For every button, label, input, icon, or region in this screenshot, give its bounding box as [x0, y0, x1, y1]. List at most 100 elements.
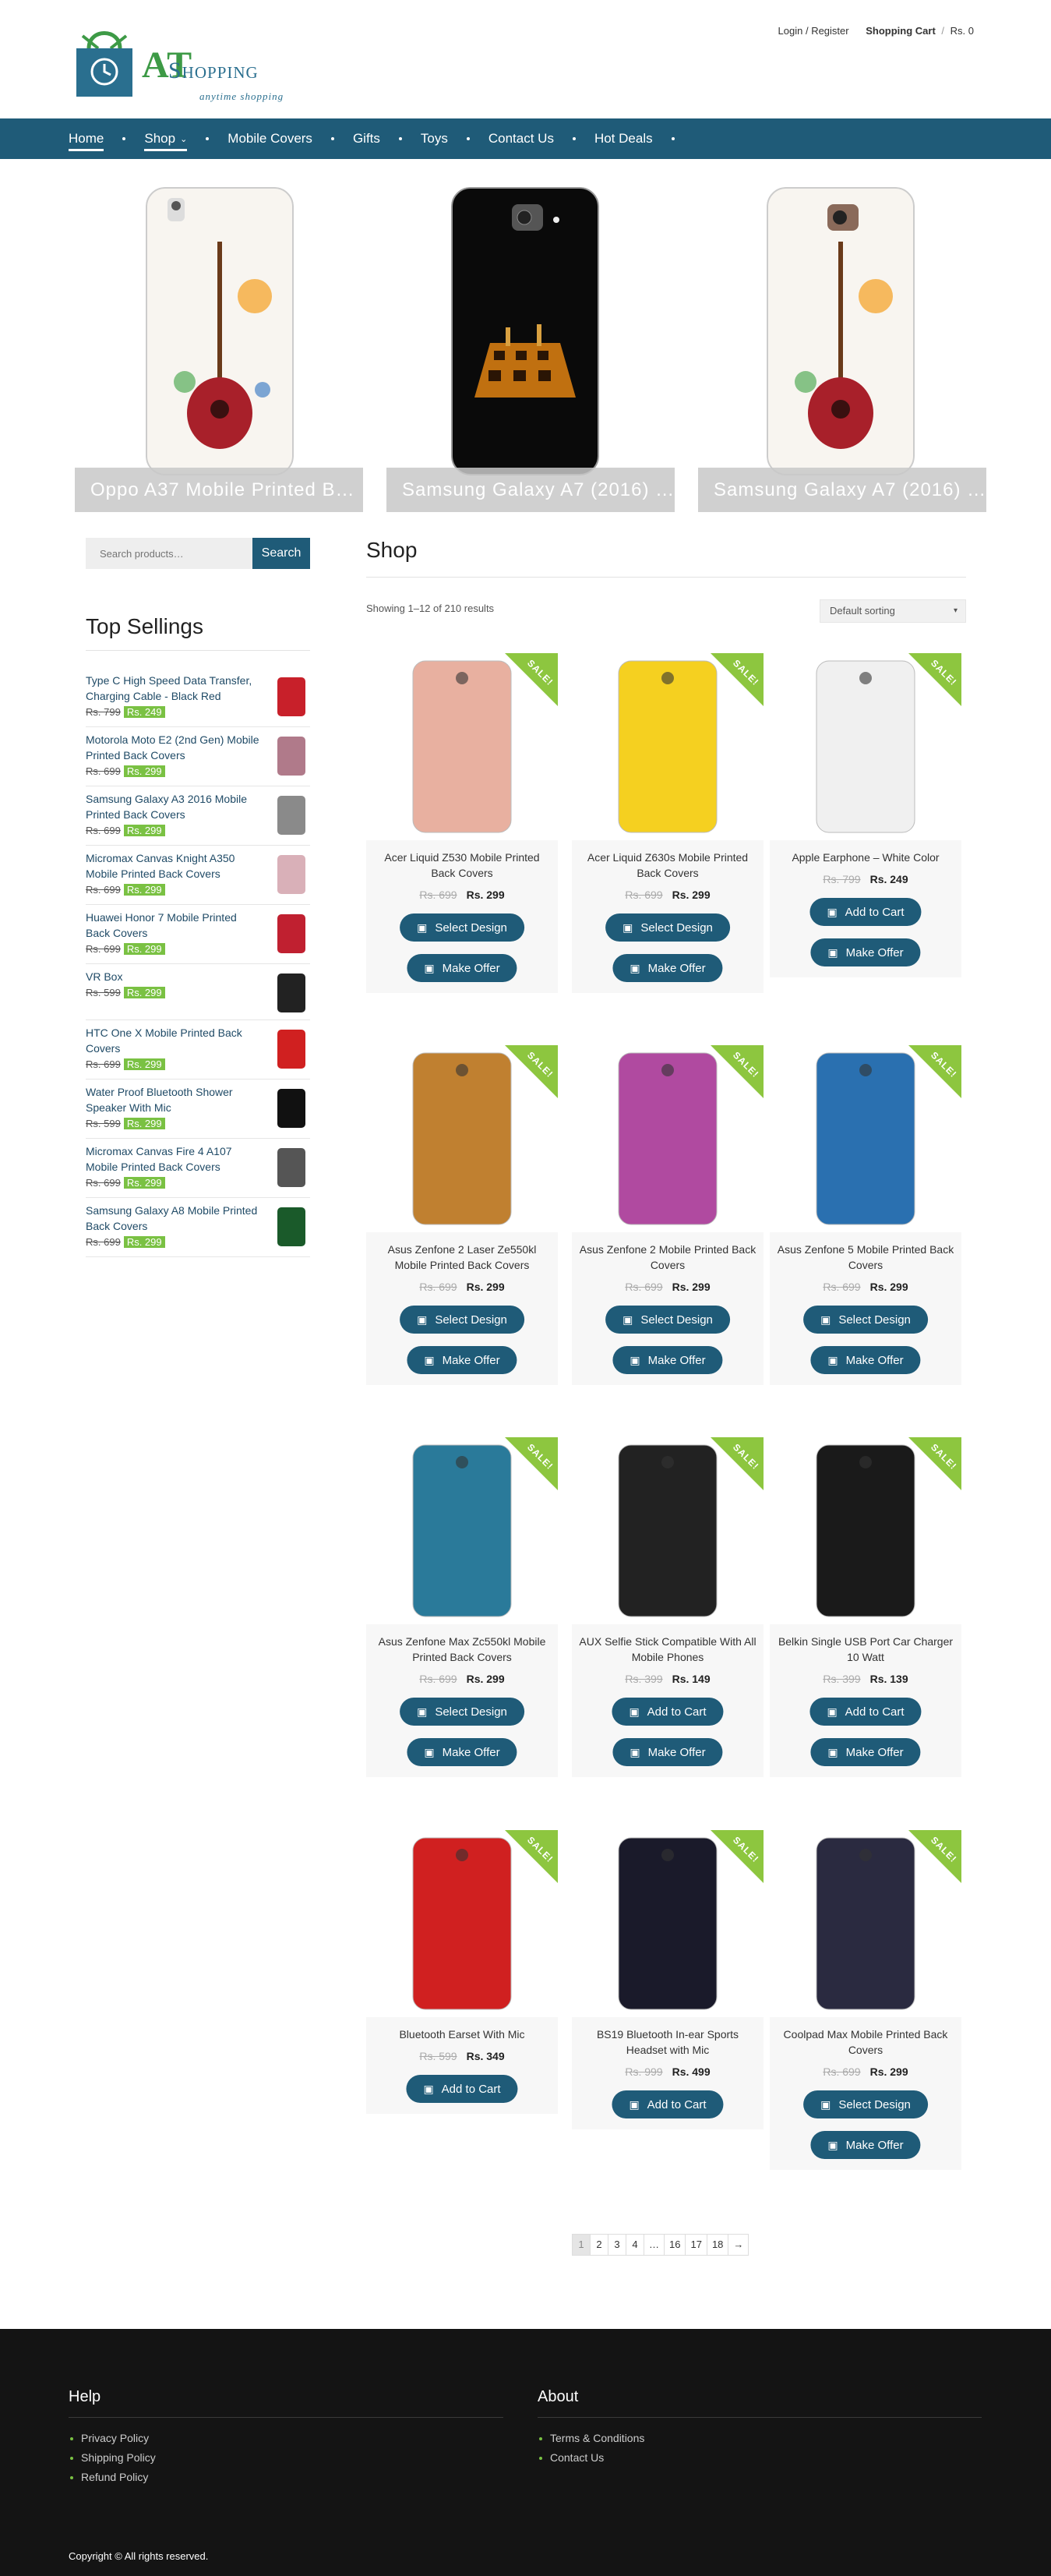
product-image[interactable]: SALE!: [770, 1437, 961, 1624]
page-link[interactable]: 17: [685, 2234, 707, 2256]
make-offer-button[interactable]: ▣ Make Offer: [407, 1738, 517, 1766]
login-register-link[interactable]: Login / Register: [778, 25, 849, 37]
product-image[interactable]: SALE!: [770, 653, 961, 840]
add-to-cart-button[interactable]: ▣ Add to Cart: [809, 1698, 922, 1726]
add-to-cart-button[interactable]: ▣ Add to Cart: [406, 2075, 518, 2103]
nav-contact-us[interactable]: Contact Us: [488, 118, 554, 159]
page-link[interactable]: 18: [706, 2234, 729, 2256]
product-name[interactable]: BS19 Bluetooth In-ear Sports Headset wit…: [578, 2027, 757, 2058]
nav-mobile-covers[interactable]: Mobile Covers: [227, 118, 312, 159]
add-to-cart-button[interactable]: ▣ Add to Cart: [612, 1698, 724, 1726]
search-button[interactable]: Search: [252, 538, 310, 569]
list-item[interactable]: VR Box Rs. 599 Rs. 299: [86, 964, 310, 1020]
select-design-button[interactable]: ▣ Select Design: [803, 2090, 928, 2118]
product-card[interactable]: SALE! Coolpad Max Mobile Printed Back Cov…: [770, 1830, 961, 2170]
product-thumbnail[interactable]: [277, 737, 305, 776]
page-link[interactable]: 3: [608, 2234, 626, 2256]
make-offer-button[interactable]: ▣ Make Offer: [612, 1738, 723, 1766]
list-item[interactable]: Samsung Galaxy A3 2016 Mobile Printed Ba…: [86, 786, 310, 846]
product-card[interactable]: SALE! AUX Selfie Stick Compatible With Al…: [572, 1437, 764, 1777]
nav-toys[interactable]: Toys: [421, 118, 448, 159]
product-link[interactable]: Motorola Moto E2 (2nd Gen) Mobile Printe…: [86, 732, 263, 763]
product-image[interactable]: SALE!: [770, 1830, 961, 2017]
footer-link[interactable]: Refund Policy: [69, 2468, 503, 2487]
add-to-cart-button[interactable]: ▣ Add to Cart: [809, 898, 922, 926]
product-image[interactable]: SALE!: [366, 1830, 558, 2017]
footer-link[interactable]: Terms & Conditions: [538, 2429, 982, 2448]
product-image[interactable]: SALE!: [572, 1437, 764, 1624]
product-name[interactable]: AUX Selfie Stick Compatible With All Mob…: [578, 1634, 757, 1665]
select-design-button[interactable]: ▣ Select Design: [400, 1698, 524, 1726]
footer-link[interactable]: Privacy Policy: [69, 2429, 503, 2448]
product-name[interactable]: Acer Liquid Z630s Mobile Printed Back Co…: [578, 850, 757, 881]
product-name[interactable]: Asus Zenfone 5 Mobile Printed Back Cover…: [776, 1242, 955, 1273]
slide-caption[interactable]: Samsung Galaxy A7 (2016) Mobile Printed …: [386, 468, 675, 512]
list-item[interactable]: Motorola Moto E2 (2nd Gen) Mobile Printe…: [86, 727, 310, 786]
page-link[interactable]: …: [644, 2234, 665, 2256]
product-card[interactable]: SALE! Asus Zenfone Max Zc550kl Mobile Pri…: [366, 1437, 558, 1777]
select-design-button[interactable]: ▣ Select Design: [400, 913, 524, 942]
product-name[interactable]: Acer Liquid Z530 Mobile Printed Back Cov…: [372, 850, 552, 881]
product-link[interactable]: VR Box: [86, 969, 263, 984]
product-link[interactable]: Micromax Canvas Fire 4 A107 Mobile Print…: [86, 1143, 263, 1175]
product-card[interactable]: SALE! BS19 Bluetooth In-ear Sports Headse…: [572, 1830, 764, 2129]
nav-hot-deals[interactable]: Hot Deals: [594, 118, 653, 159]
footer-link[interactable]: Shipping Policy: [69, 2448, 503, 2468]
page-link[interactable]: 4: [626, 2234, 644, 2256]
nav-home[interactable]: Home: [69, 118, 104, 159]
product-card[interactable]: SALE! Bluetooth Earset With Mic Rs. 599 Rs.…: [366, 1830, 558, 2114]
product-link[interactable]: HTC One X Mobile Printed Back Covers: [86, 1025, 263, 1056]
product-name[interactable]: Belkin Single USB Port Car Charger 10 Wa…: [776, 1634, 955, 1665]
product-thumbnail[interactable]: [277, 677, 305, 716]
page-link[interactable]: 16: [664, 2234, 686, 2256]
list-item[interactable]: Water Proof Bluetooth Shower Speaker Wit…: [86, 1080, 310, 1139]
add-to-cart-button[interactable]: ▣ Add to Cart: [612, 2090, 724, 2118]
make-offer-button[interactable]: ▣ Make Offer: [810, 2131, 921, 2159]
product-card[interactable]: SALE! Acer Liquid Z630s Mobile Printed Ba…: [572, 653, 764, 993]
shopping-cart-link[interactable]: Shopping Cart: [866, 25, 936, 37]
product-card[interactable]: SALE! Asus Zenfone 2 Mobile Printed Back …: [572, 1045, 764, 1385]
make-offer-button[interactable]: ▣ Make Offer: [407, 1346, 517, 1374]
select-design-button[interactable]: ▣ Select Design: [605, 1306, 730, 1334]
search-input[interactable]: [86, 538, 252, 569]
make-offer-button[interactable]: ▣ Make Offer: [612, 1346, 723, 1374]
product-link[interactable]: Type C High Speed Data Transfer, Chargin…: [86, 673, 263, 704]
list-item[interactable]: Huawei Honor 7 Mobile Printed Back Cover…: [86, 905, 310, 964]
product-name[interactable]: Coolpad Max Mobile Printed Back Covers: [776, 2027, 955, 2058]
list-item[interactable]: Micromax Canvas Knight A350 Mobile Print…: [86, 846, 310, 905]
make-offer-button[interactable]: ▣ Make Offer: [612, 954, 723, 982]
list-item[interactable]: HTC One X Mobile Printed Back Covers Rs. …: [86, 1020, 310, 1080]
page-link[interactable]: →: [728, 2234, 749, 2256]
product-name[interactable]: Asus Zenfone Max Zc550kl Mobile Printed …: [372, 1634, 552, 1665]
page-link[interactable]: 2: [590, 2234, 608, 2256]
product-image[interactable]: SALE!: [770, 1045, 961, 1232]
product-thumbnail[interactable]: [277, 1148, 305, 1187]
product-image[interactable]: SALE!: [366, 1437, 558, 1624]
footer-link[interactable]: Contact Us: [538, 2448, 982, 2468]
list-item[interactable]: Samsung Galaxy A8 Mobile Printed Back Co…: [86, 1198, 310, 1257]
slide-caption[interactable]: Oppo A37 Mobile Printed Back Covers: [75, 468, 363, 512]
product-image[interactable]: SALE!: [572, 1830, 764, 2017]
product-link[interactable]: Samsung Galaxy A8 Mobile Printed Back Co…: [86, 1203, 263, 1234]
product-link[interactable]: Samsung Galaxy A3 2016 Mobile Printed Ba…: [86, 791, 263, 822]
select-design-button[interactable]: ▣ Select Design: [803, 1306, 928, 1334]
product-card[interactable]: SALE! Belkin Single USB Port Car Charger …: [770, 1437, 961, 1777]
product-image[interactable]: SALE!: [366, 653, 558, 840]
make-offer-button[interactable]: ▣ Make Offer: [407, 954, 517, 982]
product-name[interactable]: Apple Earphone – White Color: [776, 850, 955, 865]
make-offer-button[interactable]: ▣ Make Offer: [810, 1346, 921, 1374]
product-name[interactable]: Bluetooth Earset With Mic: [372, 2027, 552, 2042]
product-card[interactable]: SALE! Asus Zenfone 5 Mobile Printed Back …: [770, 1045, 961, 1385]
nav-gifts[interactable]: Gifts: [353, 118, 380, 159]
product-thumbnail[interactable]: [277, 1207, 305, 1246]
product-thumbnail[interactable]: [277, 1089, 305, 1128]
sort-select[interactable]: Default sorting ▾: [820, 599, 966, 623]
product-thumbnail[interactable]: [277, 796, 305, 835]
product-name[interactable]: Asus Zenfone 2 Laser Ze550kl Mobile Prin…: [372, 1242, 552, 1273]
product-link[interactable]: Huawei Honor 7 Mobile Printed Back Cover…: [86, 910, 263, 941]
product-thumbnail[interactable]: [277, 1030, 305, 1069]
make-offer-button[interactable]: ▣ Make Offer: [810, 1738, 921, 1766]
nav-shop[interactable]: Shop ⌄: [144, 118, 187, 159]
product-thumbnail[interactable]: [277, 974, 305, 1012]
list-item[interactable]: Micromax Canvas Fire 4 A107 Mobile Print…: [86, 1139, 310, 1198]
